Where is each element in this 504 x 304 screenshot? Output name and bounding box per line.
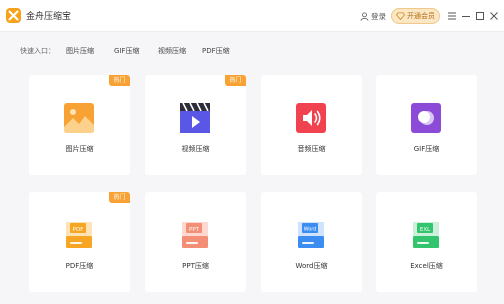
hot-badge: 热门 [109,75,130,86]
tool-card-image-compress[interactable]: 热门 图片压缩 [29,75,130,175]
menu-icon[interactable] [445,8,459,24]
user-icon [360,11,369,21]
tool-label: PDF压缩 [65,262,94,270]
tool-label: 视频压缩 [181,145,210,153]
close-icon[interactable] [487,8,501,24]
tool-card-gif-compress[interactable]: GIF压缩 [376,75,477,175]
video-icon [180,102,210,133]
tool-label: 图片压缩 [65,145,94,153]
quick-access-bar: 快速入口： 图片压缩 GIF压缩 视频压缩 PDF压缩 [20,46,500,58]
word-file-icon: Word [296,220,326,250]
svg-text:PPT: PPT [189,227,200,233]
app-logo-icon [6,8,21,23]
excel-file-icon: EXL [411,220,441,250]
maximize-icon[interactable] [473,8,487,24]
audio-icon [296,103,326,133]
tool-label: GIF压缩 [413,145,440,153]
tool-card-word-compress[interactable]: Word Word压缩 [261,192,362,292]
quick-link-pdf[interactable]: PDF压缩 [202,46,230,56]
vip-button[interactable]: 开通会员 [391,8,440,24]
svg-text:EXL: EXL [420,227,431,233]
tool-label: Word压缩 [295,262,328,270]
tool-card-video-compress[interactable]: 热门 视频压缩 [145,75,246,175]
quick-link-video[interactable]: 视频压缩 [158,46,186,56]
tool-label: 音频压缩 [297,145,326,153]
tool-card-pdf-compress[interactable]: 热门 PDF PDF压缩 [29,192,130,292]
login-label: 登录 [371,11,386,21]
diamond-icon [396,12,405,20]
app-title: 金舟压缩宝 [26,12,72,22]
pdf-file-icon: PDF [64,220,94,250]
login-button[interactable]: 登录 [360,8,386,24]
tool-label: Excel压缩 [410,262,443,270]
minimize-icon[interactable] [459,8,473,24]
quick-link-image[interactable]: 图片压缩 [66,46,94,56]
quick-access-label: 快速入口： [20,47,55,55]
hot-badge: 热门 [109,192,130,203]
title-bar: 金舟压缩宝 登录 开通会员 [0,0,504,32]
tool-card-audio-compress[interactable]: 音频压缩 [261,75,362,175]
hot-badge: 热门 [225,75,246,86]
quick-link-gif[interactable]: GIF压缩 [114,46,140,56]
svg-text:PDF: PDF [73,227,84,233]
vip-label: 开通会员 [407,12,435,20]
ppt-file-icon: PPT [180,220,210,250]
tool-card-ppt-compress[interactable]: PPT PPT压缩 [145,192,246,292]
image-icon [64,103,94,133]
tool-label: PPT压缩 [182,262,209,270]
tool-card-excel-compress[interactable]: EXL Excel压缩 [376,192,477,292]
gif-icon [411,103,441,133]
svg-text:Word: Word [304,227,317,233]
